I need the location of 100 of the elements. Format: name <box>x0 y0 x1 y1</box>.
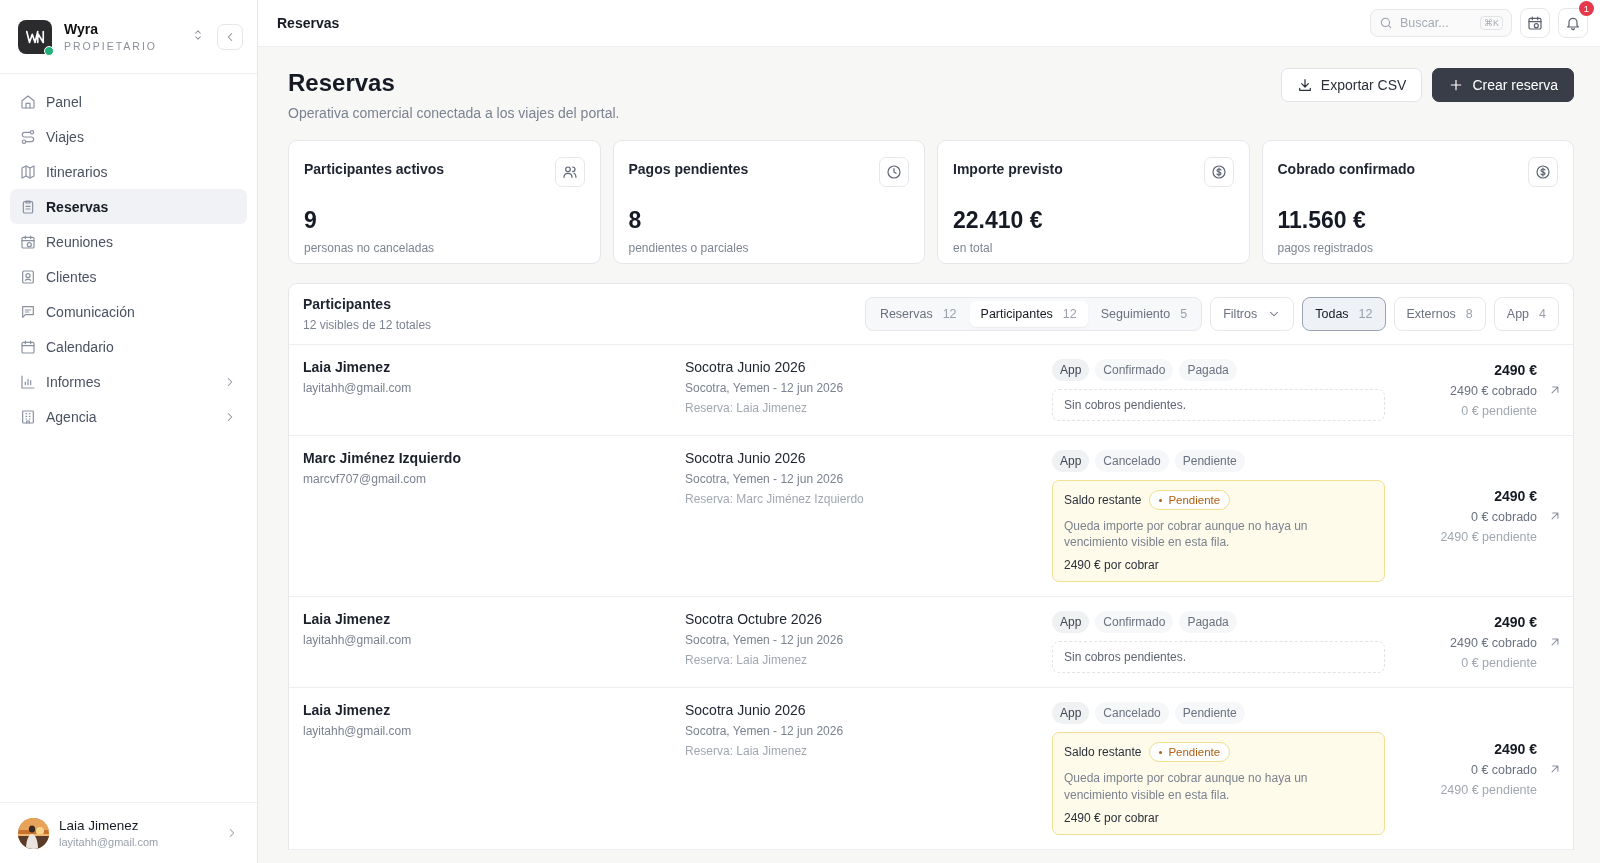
stat-value: 22.410 € <box>953 207 1044 234</box>
pending-amount: 0 € pendiente <box>1461 656 1537 671</box>
map-icon <box>20 163 36 180</box>
view-tab[interactable]: Seguimiento 5 <box>1089 301 1199 327</box>
collected-amount: 0 € cobrado <box>1470 762 1537 777</box>
contact-icon <box>20 268 36 285</box>
status-tag: Pendiente <box>1174 450 1245 472</box>
total-amount: 2490 € <box>1494 488 1537 505</box>
stat-caption: pagos registrados <box>1277 241 1374 255</box>
balance-title: Saldo restante <box>1064 493 1142 507</box>
sidebar-item[interactable]: Reservas <box>10 189 247 224</box>
sidebar-item[interactable]: Itinerarios <box>10 154 247 189</box>
panel-subtitle: 12 visibles de 12 totales <box>303 318 433 332</box>
source-tag: App <box>1052 450 1090 472</box>
payment-note: Sin cobros pendientes. <box>1052 641 1385 674</box>
pending-amount: 2490 € pendiente <box>1440 782 1537 797</box>
stat-value: 9 <box>304 207 318 234</box>
sidebar-item[interactable]: Calendario <box>10 329 247 364</box>
page-title: Reservas <box>288 69 396 97</box>
users-icon <box>561 164 578 180</box>
pending-amount: 0 € pendiente <box>1461 404 1537 418</box>
segment-filter[interactable]: Todas 12 <box>1302 297 1386 331</box>
stat-title: Pagos pendientes <box>628 161 749 177</box>
sidebar-item[interactable]: Agencia <box>10 399 247 434</box>
user-name: Laia Jimenez <box>59 818 140 833</box>
status-tag: Pagada <box>1179 359 1237 381</box>
trip-name: Socotra Junio 2026 <box>685 359 807 375</box>
notification-count: 1 <box>1579 1 1594 16</box>
collected-amount: 0 € cobrado <box>1470 510 1537 525</box>
workspace-role: PROPIETARIO <box>64 40 158 52</box>
online-dot <box>44 45 54 56</box>
trip-place-date: Socotra, Yemen - 12 jun 2026 <box>685 724 845 739</box>
source-tag: App <box>1052 611 1090 634</box>
workspace-name: Wyra <box>64 21 99 37</box>
balance-message: Queda importe por cobrar aunque no haya un vencimiento visible en esta fila. <box>1064 770 1309 803</box>
pending-amount: 2490 € pendiente <box>1440 530 1537 545</box>
status-badge: Pendiente <box>1149 490 1231 510</box>
panel-title: Participantes <box>303 296 392 312</box>
status-tag: Pagada <box>1179 611 1237 634</box>
segment-filter[interactable]: App 4 <box>1493 297 1559 331</box>
trip-name: Socotra Octubre 2026 <box>685 611 823 628</box>
notifications-button[interactable] <box>1558 8 1588 38</box>
sidebar-item[interactable]: Reuniones <box>10 224 247 259</box>
sidebar-item[interactable]: Informes <box>10 364 247 399</box>
chart-icon <box>20 373 36 390</box>
calendar-icon <box>20 338 36 355</box>
download-icon <box>1296 77 1313 93</box>
sidebar-item[interactable]: Clientes <box>10 259 247 294</box>
reservation-label: Reserva: Laia Jimenez <box>685 744 809 759</box>
bell-icon <box>1565 15 1581 31</box>
participant-name: Marc Jiménez Izquierdo <box>303 450 462 466</box>
balance-message: Queda importe por cobrar aunque no haya un vencimiento visible en esta fila. <box>1064 518 1309 551</box>
reservation-label: Reserva: Marc Jiménez Izquierdo <box>685 492 865 506</box>
search-icon <box>1379 16 1393 30</box>
view-tab[interactable]: Participantes 12 <box>969 301 1088 327</box>
building-icon <box>20 408 36 425</box>
segment-filter[interactable]: Externos 8 <box>1393 297 1486 331</box>
participant-email: marcvf707@gmail.com <box>303 472 427 486</box>
participant-name: Laia Jimenez <box>303 611 392 628</box>
page-breadcrumb: Reservas <box>277 15 341 31</box>
total-amount: 2490 € <box>1494 362 1537 378</box>
stat-title: Importe previsto <box>953 161 1063 177</box>
trip-place-date: Socotra, Yemen - 12 jun 2026 <box>685 633 845 648</box>
stat-caption: personas no canceladas <box>304 241 436 255</box>
status-badge: Pendiente <box>1149 742 1231 763</box>
reservation-label: Reserva: Laia Jimenez <box>685 653 809 668</box>
view-tab[interactable]: Reservas 12 <box>868 301 968 327</box>
user-email: layitahh@gmail.com <box>59 836 160 848</box>
collected-amount: 2490 € cobrado <box>1450 636 1537 651</box>
source-tag: App <box>1052 702 1090 725</box>
shortcut-hint: ⌘K <box>1480 16 1503 30</box>
status-tag: Confirmado <box>1095 611 1174 634</box>
sidebar-item[interactable]: Panel <box>10 84 247 119</box>
participant-email: layitahh@gmail.com <box>303 724 413 739</box>
participant-email: layitahh@gmail.com <box>303 633 413 648</box>
stat-caption: pendientes o parciales <box>628 241 750 255</box>
stat-title: Participantes activos <box>304 161 445 177</box>
sidebar-item[interactable]: Viajes <box>10 119 247 154</box>
export-button[interactable]: Exportar CSV <box>1280 68 1423 102</box>
sidebar-item[interactable]: Comunicación <box>10 294 247 329</box>
total-amount: 2490 € <box>1494 614 1537 631</box>
collected-amount: 2490 € cobrado <box>1450 384 1537 398</box>
dollar-icon <box>1210 164 1227 180</box>
status-tag: Pendiente <box>1174 702 1245 725</box>
page-subtitle: Operativa comercial conectada a los viajes del portal. <box>288 105 621 121</box>
dollar-icon <box>1535 164 1551 180</box>
reservation-label: Reserva: Laia Jimenez <box>685 401 809 415</box>
home-icon <box>20 93 36 110</box>
filters-button[interactable]: Filtros <box>1210 297 1295 331</box>
calendar-button[interactable] <box>1520 8 1550 38</box>
message-icon <box>20 303 36 320</box>
payment-note: Sin cobros pendientes. <box>1052 389 1385 421</box>
trip-name: Socotra Junio 2026 <box>685 702 807 719</box>
stat-caption: en total <box>953 241 994 255</box>
participant-email: layitahh@gmail.com <box>303 381 413 395</box>
balance-amount: 2490 € por cobrar <box>1064 810 1160 825</box>
create-button[interactable]: Crear reserva <box>1432 68 1574 102</box>
clipboard-icon <box>20 198 36 215</box>
status-tag: Confirmado <box>1095 359 1174 381</box>
calendar-clock-icon <box>1527 15 1543 31</box>
